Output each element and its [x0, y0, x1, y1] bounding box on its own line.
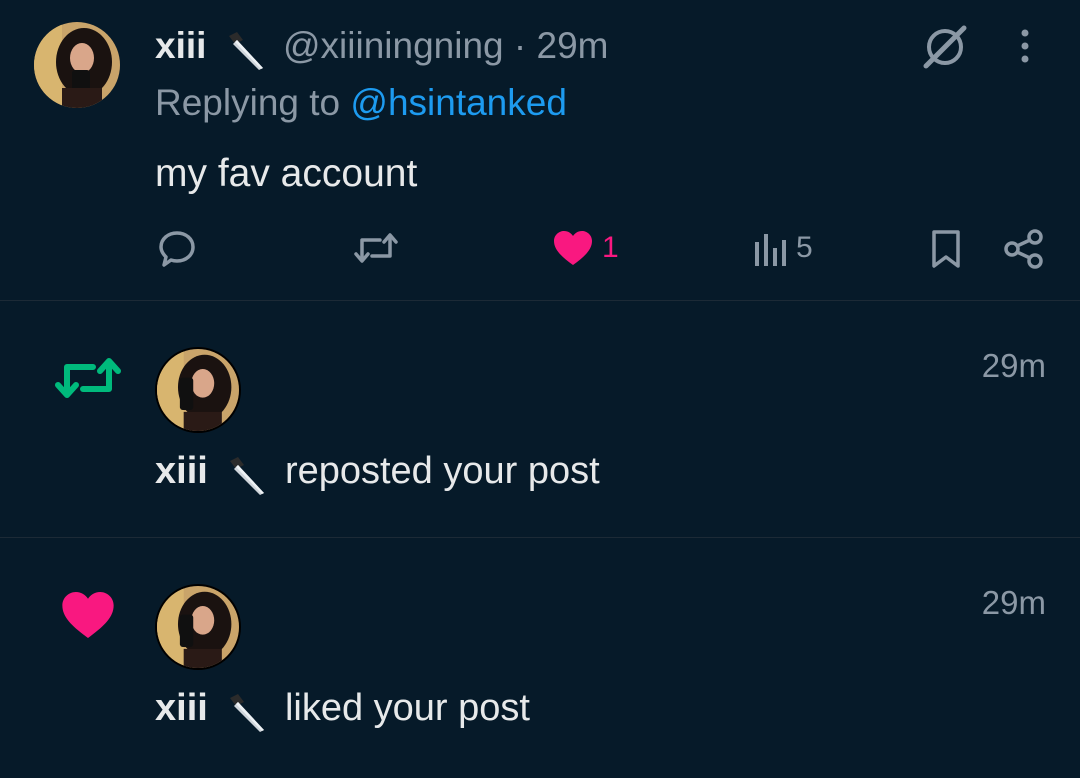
timestamp: 29m: [981, 584, 1046, 621]
timestamp: 29m: [981, 347, 1046, 384]
views-count: 5: [796, 231, 813, 264]
notification-like[interactable]: 29m xiii liked your post: [0, 538, 1080, 778]
views-button[interactable]: 5: [752, 228, 813, 268]
display-name[interactable]: xiii: [155, 25, 206, 66]
views-icon: [755, 234, 786, 266]
heart-icon: [554, 231, 592, 265]
like-button[interactable]: 1: [552, 228, 619, 268]
heart-icon: [62, 592, 114, 638]
replying-handle-link[interactable]: @hsintanked: [350, 82, 567, 123]
separator: ·: [513, 25, 527, 66]
notification-action: liked your post: [284, 687, 530, 729]
grok-icon[interactable]: [920, 22, 970, 72]
like-count: 1: [602, 231, 619, 264]
bookmark-icon: [932, 230, 960, 268]
bookmark-button[interactable]: [929, 228, 963, 270]
share-icon: [1004, 229, 1043, 269]
more-icon[interactable]: [1018, 26, 1032, 66]
display-name[interactable]: xiii: [155, 450, 208, 492]
repost-button[interactable]: [354, 228, 398, 268]
avatar[interactable]: [155, 584, 241, 670]
timestamp[interactable]: 29m: [537, 25, 609, 66]
tweet-text: my fav account: [155, 152, 418, 195]
replying-to: Replying to @hsintanked: [155, 80, 567, 126]
share-button[interactable]: [1003, 228, 1045, 270]
knife-icon: [228, 32, 263, 71]
knife-icon: [230, 456, 265, 495]
avatar[interactable]: [34, 22, 120, 108]
notification-text: xiii liked your post: [155, 684, 530, 732]
reply-button[interactable]: [157, 228, 197, 268]
notification-repost[interactable]: 29m xiii reposted your post: [0, 301, 1080, 537]
repost-icon: [55, 358, 121, 398]
replying-prefix: Replying to: [155, 82, 341, 123]
tweet[interactable]: xiii @xiiiningning · 29m Replying to @hs…: [0, 0, 1080, 300]
notification-text: xiii reposted your post: [155, 447, 600, 495]
handle[interactable]: @xiiiningning: [283, 25, 504, 66]
tweet-header: xiii @xiiiningning · 29m: [155, 22, 609, 71]
display-name[interactable]: xiii: [155, 687, 208, 729]
reply-icon: [159, 231, 195, 267]
knife-icon: [230, 693, 265, 732]
avatar[interactable]: [155, 347, 241, 433]
repost-icon: [354, 233, 398, 263]
notification-action: reposted your post: [284, 450, 600, 492]
